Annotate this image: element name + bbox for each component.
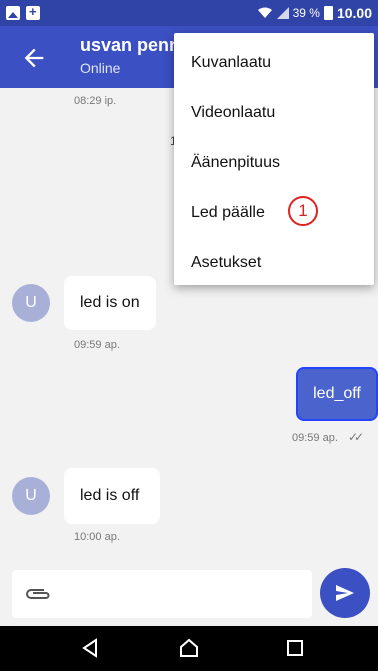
clock: 10.00 [336, 5, 372, 21]
status-bar: 39 % 10.00 [0, 0, 378, 26]
menu-item-image-quality[interactable]: Kuvanlaatu [174, 38, 374, 88]
read-receipt-icon: ✓✓ [348, 430, 364, 444]
message-timestamp: 09:59 ap. [292, 432, 338, 444]
attach-icon[interactable] [24, 584, 52, 604]
menu-item-led-on[interactable]: Led päälle [174, 188, 374, 238]
send-icon [336, 585, 354, 601]
overflow-menu: Kuvanlaatu Videonlaatu Äänenpituus Led p… [174, 33, 374, 285]
nav-recents-icon[interactable] [283, 636, 307, 660]
contact-name[interactable]: usvan penn [80, 35, 180, 56]
menu-item-audio-length[interactable]: Äänenpituus [174, 138, 374, 188]
sim-icon [26, 4, 40, 20]
avatar: U [12, 477, 50, 515]
wifi-icon [257, 7, 272, 18]
message-timestamp: 09:59 ap. [74, 339, 120, 351]
avatar: U [12, 284, 50, 322]
battery-icon [323, 6, 333, 20]
contact-status: Online [80, 60, 121, 76]
battery-percent: 39 % [292, 6, 320, 20]
incoming-message-bubble: led is on [64, 276, 156, 330]
image-icon [6, 6, 20, 20]
message-input[interactable] [12, 570, 312, 618]
nav-back-icon[interactable] [78, 636, 102, 660]
nav-home-icon[interactable] [177, 636, 201, 660]
system-nav-bar [0, 626, 378, 671]
incoming-message-bubble: led is off [64, 468, 160, 524]
menu-item-settings[interactable]: Asetukset [174, 238, 374, 288]
composer [0, 566, 378, 626]
message-timestamp: 08:29 ip. [74, 95, 117, 107]
annotation-marker: 1 [288, 196, 318, 226]
menu-item-video-quality[interactable]: Videonlaatu [174, 88, 374, 138]
signal-icon [276, 7, 289, 19]
send-button[interactable] [320, 568, 370, 618]
back-arrow-icon[interactable] [20, 44, 48, 72]
message-timestamp: 10:00 ap. [74, 531, 120, 543]
outgoing-message-bubble: led_off [296, 367, 378, 421]
